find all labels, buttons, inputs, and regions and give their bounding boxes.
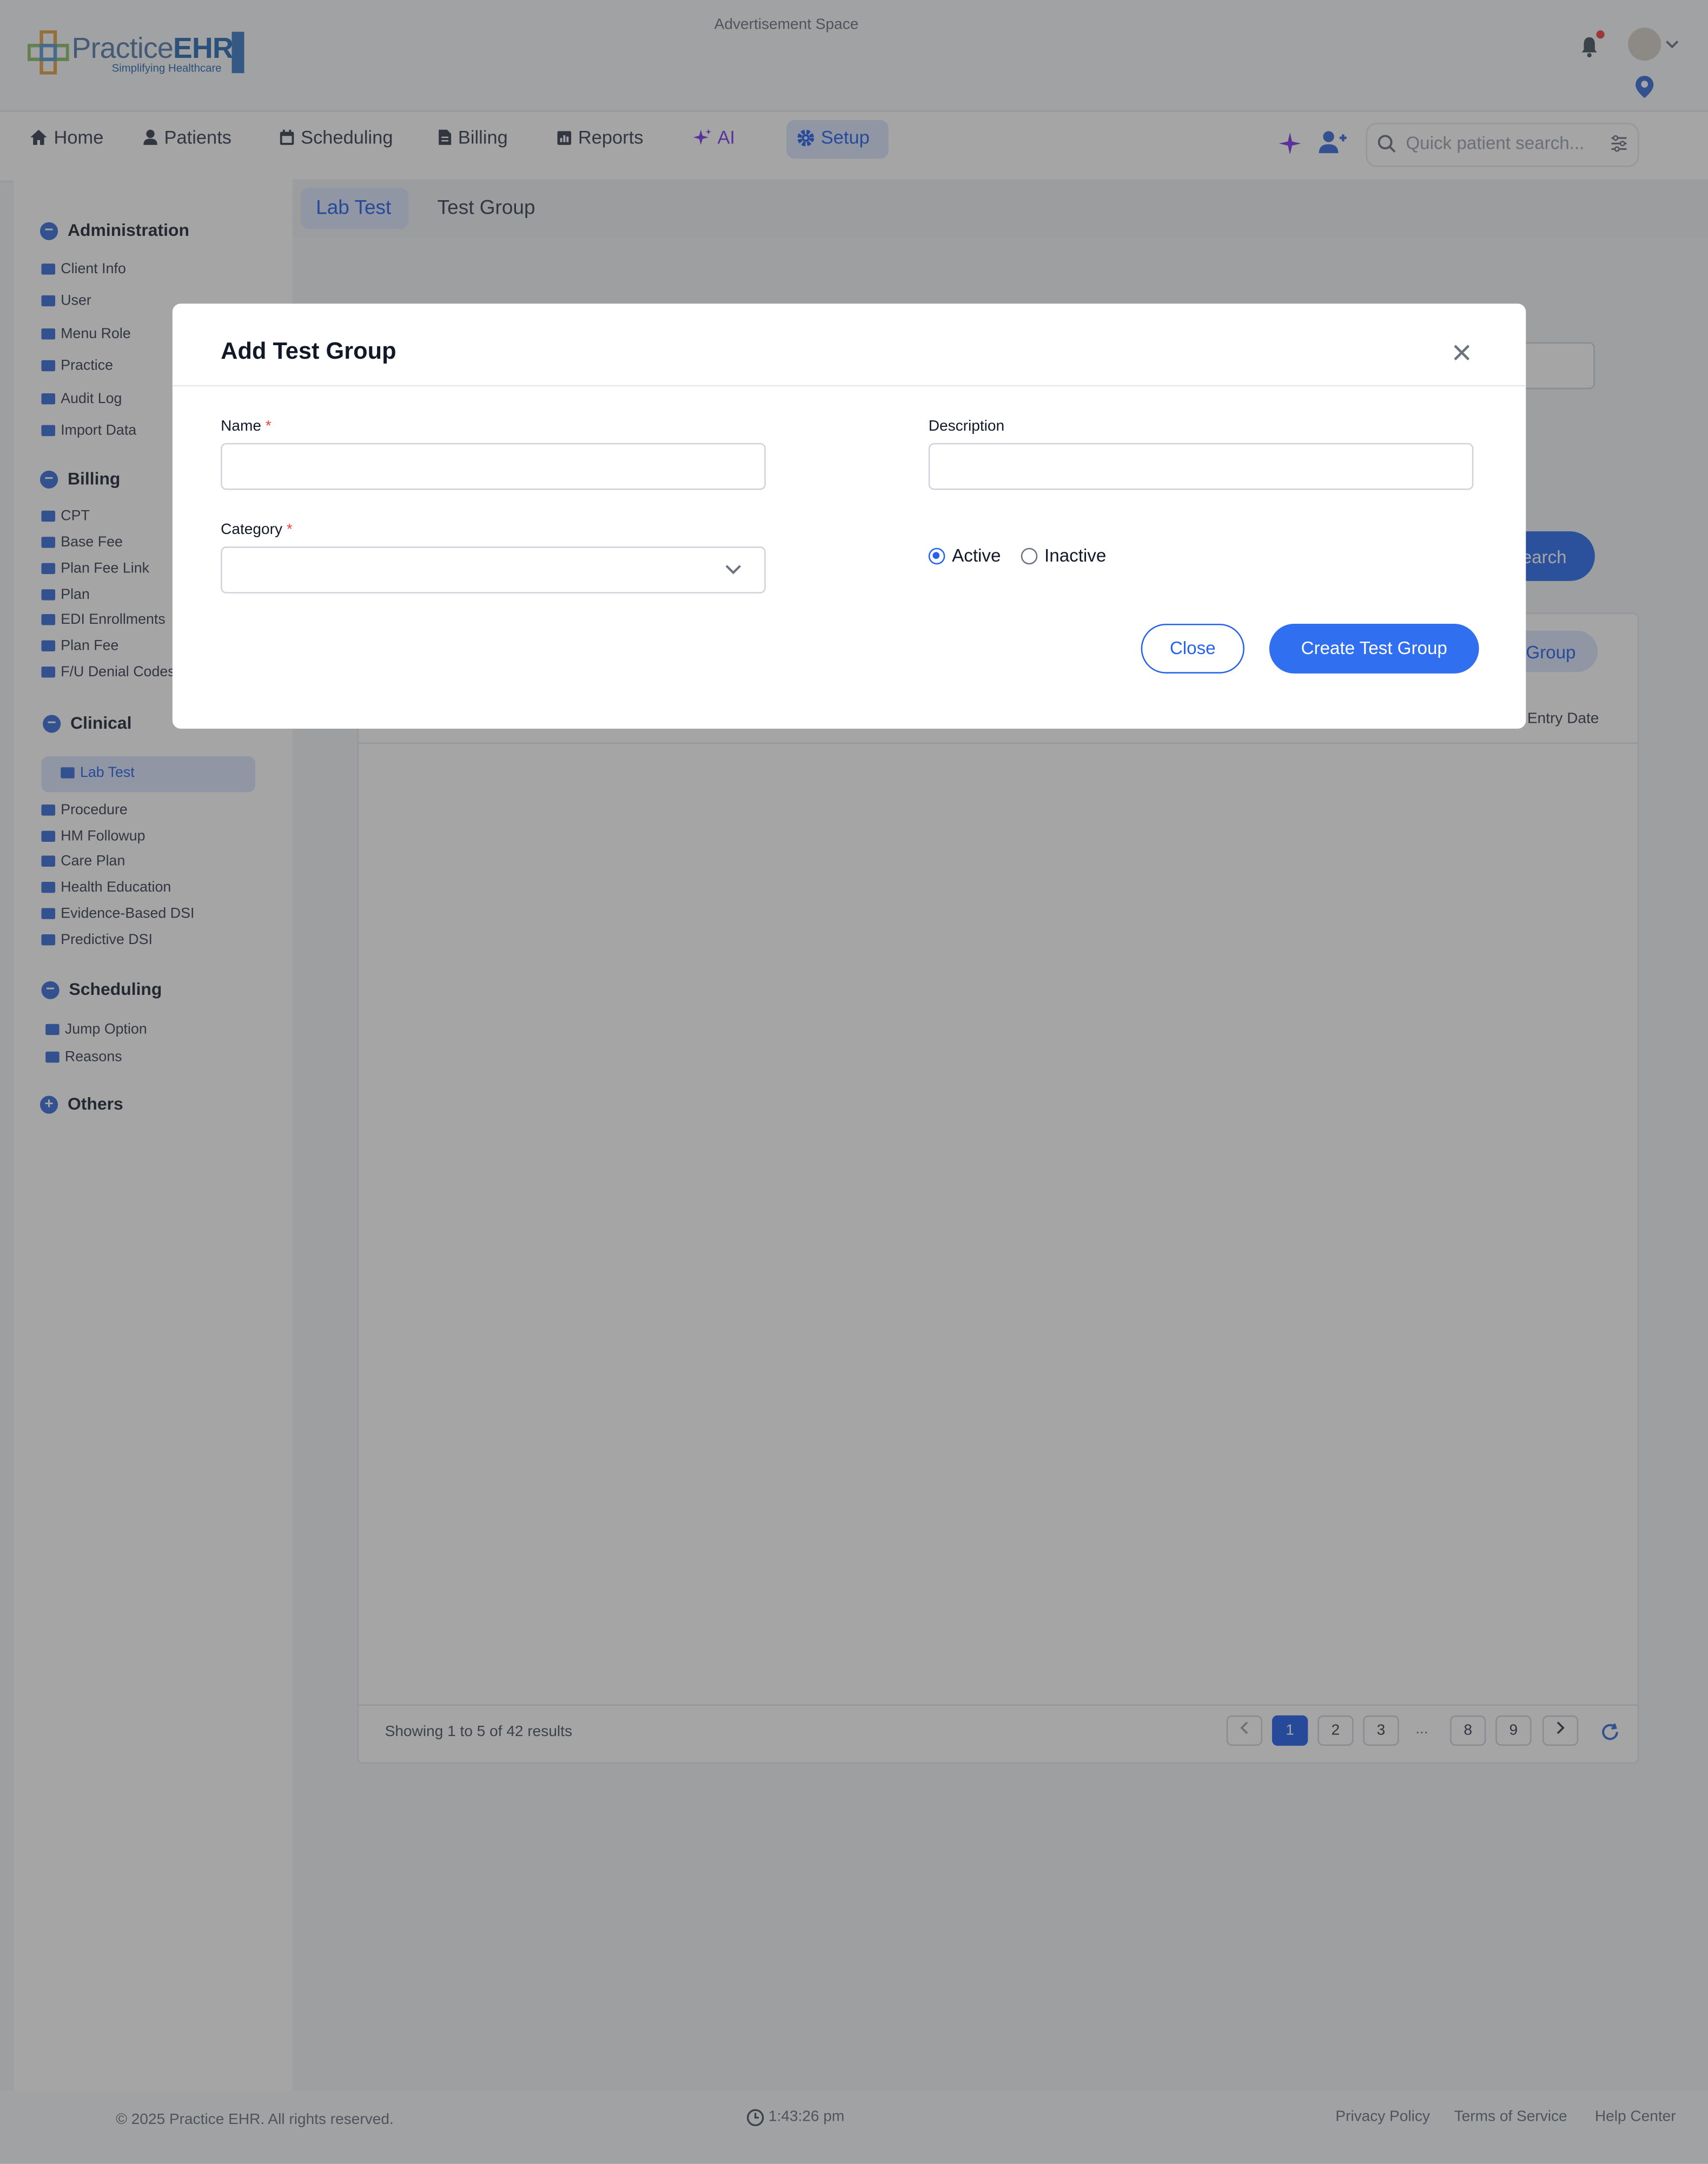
status-inactive-option[interactable]: Inactive <box>1021 545 1107 566</box>
close-icon[interactable] <box>1453 344 1471 361</box>
name-field[interactable] <box>221 443 766 490</box>
category-select[interactable] <box>221 546 766 593</box>
radio-unchecked-icon[interactable] <box>1021 547 1038 564</box>
description-label: Description <box>928 418 1005 435</box>
modal-title: Add Test Group <box>221 338 396 365</box>
radio-label: Inactive <box>1044 545 1107 566</box>
modal-header-divider <box>172 385 1526 387</box>
description-field[interactable] <box>928 443 1474 490</box>
name-label: Name * <box>221 418 272 435</box>
status-active-option[interactable]: Active <box>928 545 1001 566</box>
close-button[interactable]: Close <box>1141 624 1244 674</box>
radio-label: Active <box>952 545 1001 566</box>
category-label: Category * <box>221 522 293 538</box>
chevron-down-icon[interactable] <box>724 563 742 576</box>
radio-checked-icon[interactable] <box>928 547 945 564</box>
create-test-group-button[interactable]: Create Test Group <box>1269 624 1479 674</box>
